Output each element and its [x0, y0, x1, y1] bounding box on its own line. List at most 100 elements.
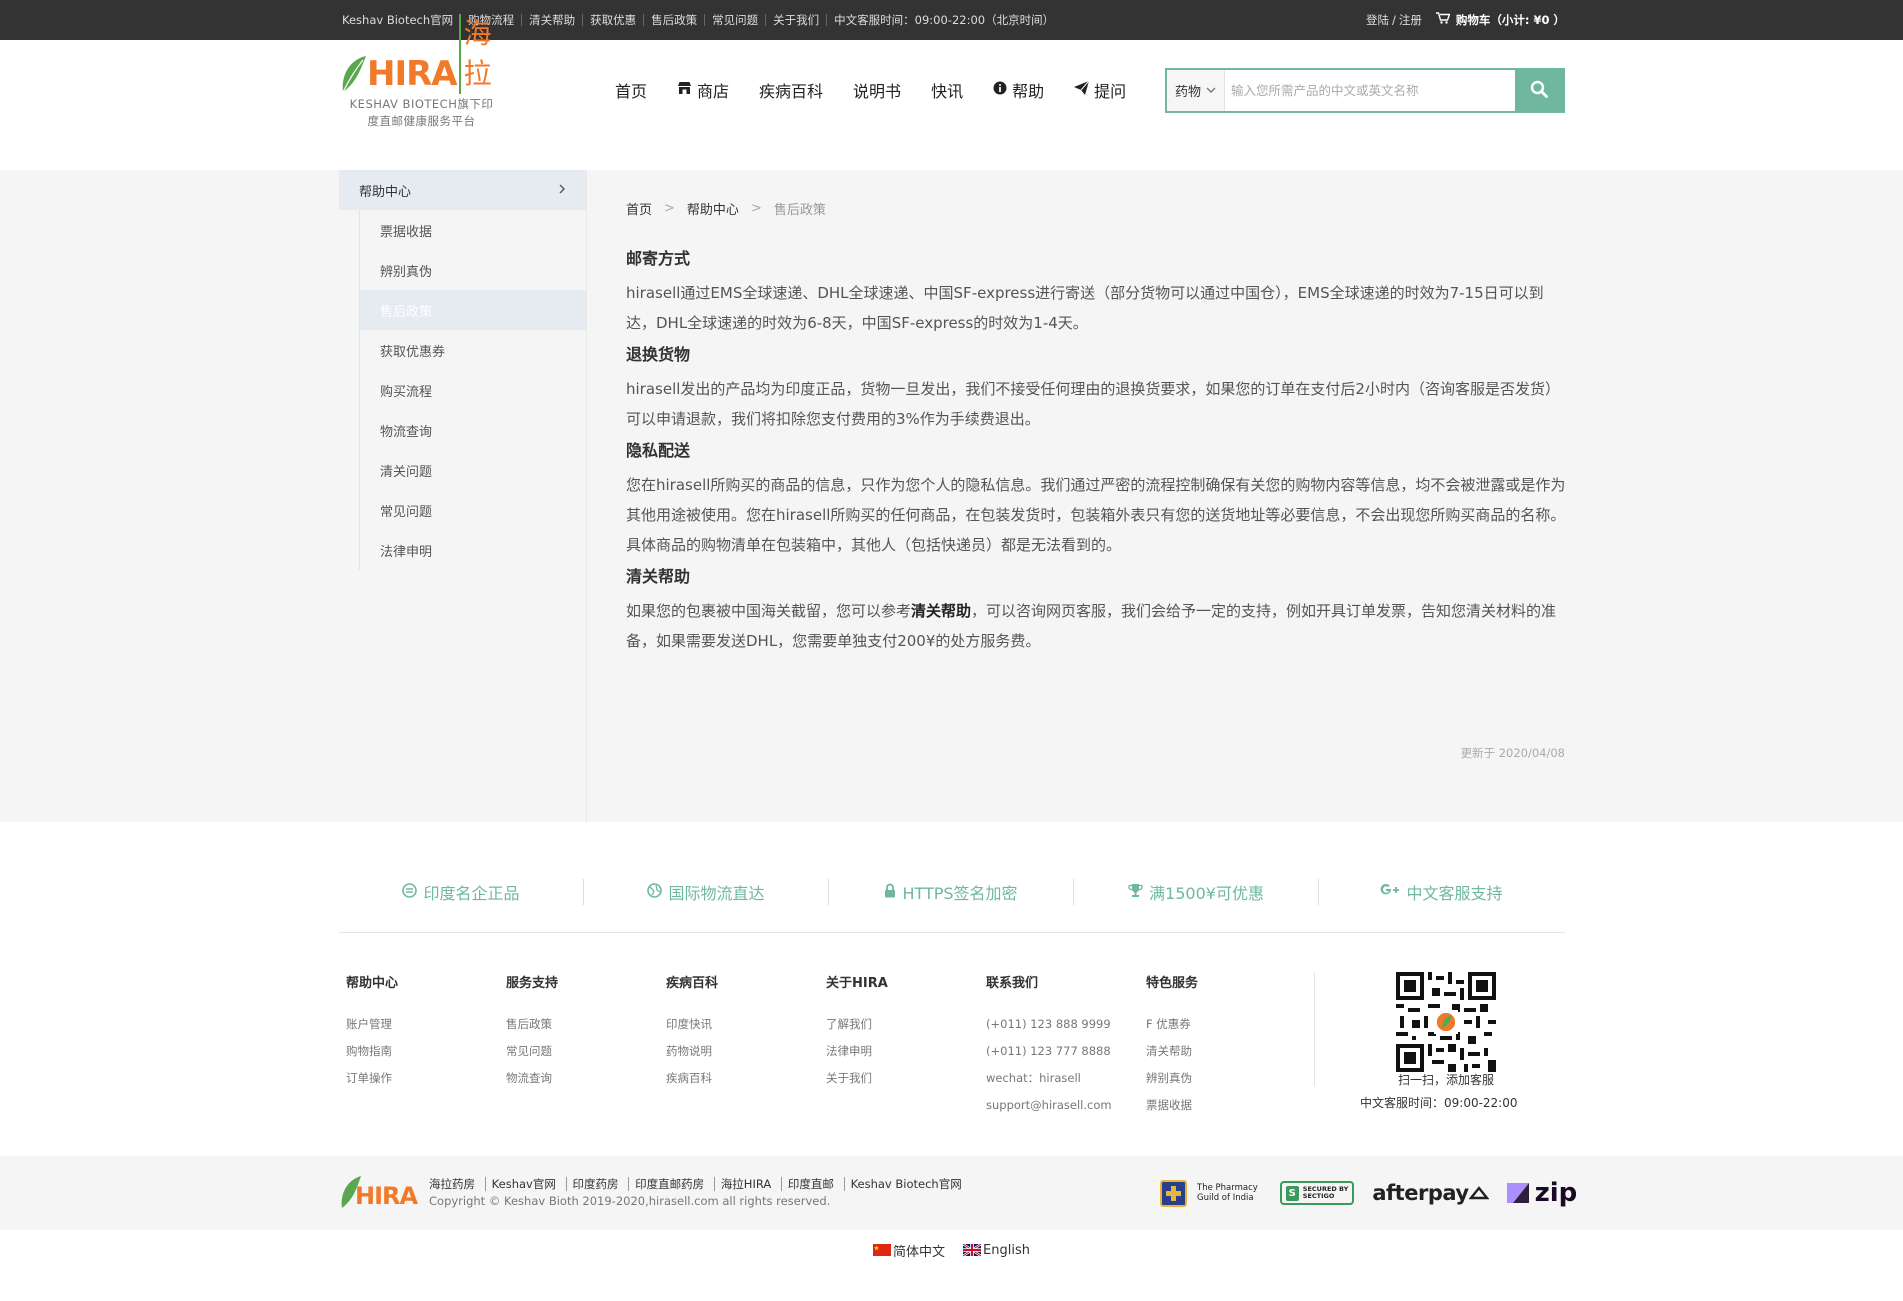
sidebar-header[interactable]: 帮助中心: [339, 170, 586, 210]
article-content: 首页 > 帮助中心 > 售后政策 邮寄方式 hirasell通过EMS全球速递、…: [588, 170, 1565, 822]
top-link-customs-help[interactable]: 清关帮助: [521, 14, 582, 26]
search-category-select[interactable]: 药物: [1167, 70, 1225, 111]
footer-link[interactable]: 印度快讯: [666, 1011, 816, 1038]
sidebar-item-logistics[interactable]: 物流查询: [360, 410, 586, 450]
customs-help-link[interactable]: 清关帮助: [911, 602, 971, 620]
footer-link[interactable]: 清关帮助: [1146, 1038, 1296, 1065]
bottom-link[interactable]: Keshav官网: [484, 1177, 562, 1191]
breadcrumb-section[interactable]: 帮助中心: [687, 199, 739, 218]
nav-shop-label: 商店: [697, 82, 730, 101]
top-link-about[interactable]: 关于我们: [765, 14, 826, 26]
footer-link[interactable]: 关于我们: [826, 1065, 976, 1092]
nav-news[interactable]: 快讯: [931, 78, 963, 102]
lang-zh[interactable]: 简体中文: [873, 1241, 945, 1260]
footer-link[interactable]: 物流查询: [506, 1065, 656, 1092]
sidebar-item-authenticity[interactable]: 辨别真伪: [360, 250, 586, 290]
breadcrumb-current: 售后政策: [773, 203, 826, 218]
nav-shop[interactable]: 商店: [677, 78, 729, 102]
bottom-link[interactable]: 海拉药房: [429, 1177, 481, 1191]
footer-link[interactable]: 账户管理: [346, 1011, 496, 1038]
footer-link[interactable]: 票据收据: [1146, 1092, 1296, 1119]
top-link-keshav[interactable]: Keshav Biotech官网: [339, 14, 460, 26]
chevron-down-icon: [1206, 84, 1216, 97]
contact-wechat: wechat：hirasell: [986, 1071, 1081, 1085]
top-link-after-sales[interactable]: 售后政策: [643, 14, 704, 26]
lang-en[interactable]: English: [963, 1243, 1030, 1258]
feature-support: 中文客服支持: [1319, 879, 1564, 905]
sidebar-item-after-sales[interactable]: 售后政策: [360, 290, 586, 330]
feature-genuine-label: 印度名企正品: [423, 884, 520, 903]
cart-link[interactable]: 购物车 （小计: ¥0 ）: [1435, 12, 1565, 28]
bottom-logo[interactable]: HIRA: [339, 1174, 419, 1210]
trophy-icon: [1128, 883, 1143, 902]
bottom-link[interactable]: 印度药房: [565, 1177, 625, 1191]
search-input[interactable]: [1225, 70, 1515, 111]
footer-link[interactable]: 售后政策: [506, 1011, 656, 1038]
logo-chinese: 海拉: [458, 14, 509, 94]
footer-link[interactable]: 常见问题: [506, 1038, 656, 1065]
breadcrumb-home[interactable]: 首页: [626, 199, 652, 218]
footer-link[interactable]: 了解我们: [826, 1011, 976, 1038]
login-link[interactable]: 登陆: [1366, 12, 1389, 28]
china-flag-icon: [873, 1244, 892, 1256]
logo-mark: HIRA 海拉: [339, 14, 509, 94]
feature-discount-label: 满1500¥可优惠: [1149, 884, 1264, 903]
footer-col-title: 关于HIRA: [826, 976, 888, 991]
footer-link[interactable]: 药物说明: [666, 1038, 816, 1065]
footer-link[interactable]: 疾病百科: [666, 1065, 816, 1092]
contact-email[interactable]: support@hirasell.com: [986, 1092, 1136, 1119]
google-plus-icon: [1380, 883, 1400, 901]
nav-manual[interactable]: 说明书: [853, 78, 901, 102]
footer-link[interactable]: 订单操作: [346, 1065, 496, 1092]
afterpay-arrows-icon: [1468, 1181, 1490, 1205]
globe-icon: [647, 882, 663, 902]
footer-col-service: 服务支持 售后政策 常见问题 物流查询: [506, 972, 656, 1092]
site-logo[interactable]: HIRA 海拉 KESHAV BIOTECH旗下印 度直邮健康服务平台: [339, 14, 509, 140]
footer-col-featured: 特色服务 F 优惠券 清关帮助 辨别真伪 票据收据: [1146, 972, 1296, 1119]
nav-help-label: 帮助: [1012, 82, 1045, 101]
cart-label: 购物车: [1455, 13, 1491, 27]
top-links: Keshav Biotech官网 购物流程 清关帮助 获取优惠 售后政策 常见问…: [339, 14, 1061, 26]
bottom-link[interactable]: 印度直邮: [780, 1177, 840, 1191]
sidebar-item-legal[interactable]: 法律申明: [360, 530, 586, 570]
sidebar-item-faq[interactable]: 常见问题: [360, 490, 586, 530]
lang-en-label: English: [983, 1242, 1030, 1258]
nav-help[interactable]: 帮助: [993, 78, 1044, 102]
search-button[interactable]: [1515, 70, 1563, 111]
top-link-get-discount[interactable]: 获取优惠: [582, 14, 643, 26]
bottom-link[interactable]: Keshav Biotech官网: [843, 1177, 968, 1191]
footer-link[interactable]: 法律申明: [826, 1038, 976, 1065]
section-body-privacy: 您在hirasell所购买的商品的信息，只作为您个人的隐私信息。我们通过严密的流…: [626, 476, 1566, 554]
sidebar-item-coupons[interactable]: 获取优惠券: [360, 330, 586, 370]
nav-disease[interactable]: 疾病百科: [759, 78, 823, 102]
bottom-link[interactable]: 印度直邮药房: [628, 1177, 711, 1191]
nav-manual-label: 说明书: [853, 82, 902, 101]
pharmacy-guild-line2: Guild of India: [1197, 1193, 1254, 1203]
footer-link[interactable]: 辨别真伪: [1146, 1065, 1296, 1092]
nav-home[interactable]: 首页: [615, 78, 647, 102]
leaf-icon: [339, 54, 367, 94]
logo-word: HIRA: [367, 54, 458, 94]
search-category-value: 药物: [1174, 85, 1201, 100]
nav-ask[interactable]: 提问: [1074, 78, 1126, 102]
footer-col-title: 服务支持: [506, 976, 559, 991]
main-area: 帮助中心 票据收据 辨别真伪 售后政策 获取优惠券 购买流程 物流查询 清关问题…: [0, 170, 1903, 822]
footer-divider: [339, 932, 1565, 933]
footer-col-title: 帮助中心: [346, 976, 399, 991]
section-title-customs: 清关帮助: [626, 567, 691, 586]
shop-icon: [677, 81, 692, 99]
register-link[interactable]: 注册: [1399, 12, 1422, 28]
top-link-faq[interactable]: 常见问题: [704, 14, 765, 26]
section-body-shipping: hirasell通过EMS全球速递、DHL全球速递、中国SF-express进行…: [626, 284, 1544, 332]
sidebar-item-customs[interactable]: 清关问题: [360, 450, 586, 490]
sidebar-item-purchase-flow[interactable]: 购买流程: [360, 370, 586, 410]
footer-link[interactable]: F 优惠券: [1146, 1011, 1296, 1038]
sidebar-item-label: 清关问题: [380, 464, 433, 480]
footer-link[interactable]: 购物指南: [346, 1038, 496, 1065]
logo-tagline-line2: 度直邮健康服务平台: [367, 114, 476, 128]
bottom-link[interactable]: 海拉HIRA: [713, 1177, 778, 1191]
sectigo-shield-icon: S: [1285, 1185, 1299, 1201]
footer-vertical-divider: [1314, 972, 1315, 1086]
sectigo-line2: SECTIGO: [1302, 1192, 1335, 1200]
sidebar-item-receipts[interactable]: 票据收据: [360, 210, 586, 250]
